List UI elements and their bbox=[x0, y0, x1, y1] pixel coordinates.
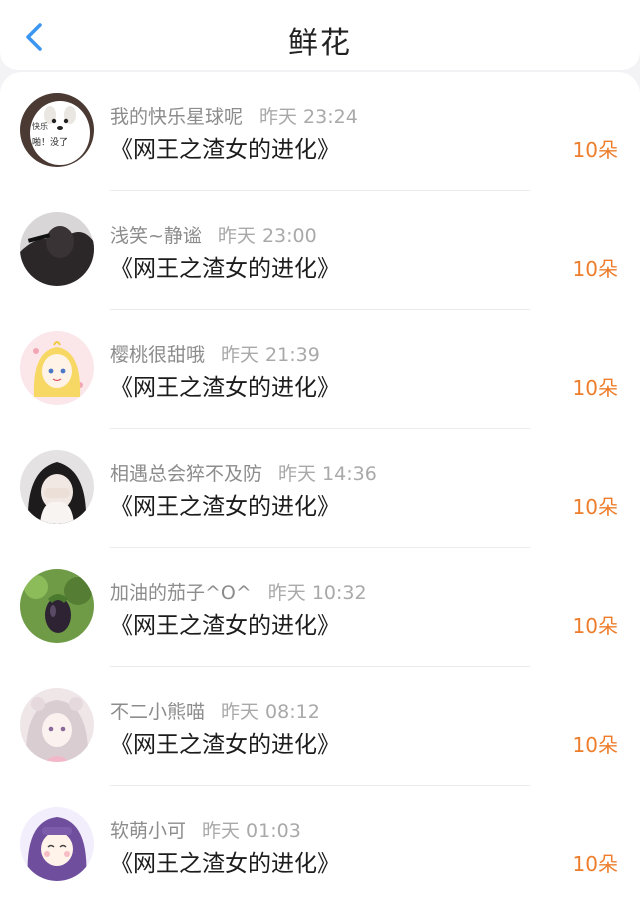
flower-count: 10朵 bbox=[572, 376, 618, 400]
user-name[interactable]: 我的快乐星球呢 bbox=[110, 106, 243, 128]
timestamp: 昨天 14:36 bbox=[278, 463, 377, 485]
avatar bbox=[20, 331, 94, 405]
user-name[interactable]: 加油的茄子^O^ bbox=[110, 582, 252, 604]
avatar bbox=[20, 688, 94, 762]
list-item[interactable]: 加油的茄子^O^ 昨天 10:32 《网王之渣女的进化》 10朵 bbox=[0, 548, 640, 667]
book-title[interactable]: 《网王之渣女的进化》 bbox=[110, 725, 340, 759]
user-name[interactable]: 不二小熊喵 bbox=[110, 701, 205, 723]
timestamp: 昨天 23:00 bbox=[217, 225, 317, 247]
avatar bbox=[20, 569, 94, 643]
item-meta: 我的快乐星球呢 昨天 23:24 bbox=[110, 102, 358, 129]
item-meta: 樱桃很甜哦 昨天 21:39 bbox=[110, 340, 320, 367]
flower-list: 快乐 啪！没了 我的快乐星球呢 昨天 23:24 《网王之渣女的进化》 10朵 浅… bbox=[0, 72, 640, 906]
item-meta: 加油的茄子^O^ 昨天 10:32 bbox=[110, 578, 367, 605]
timestamp: 昨天 23:24 bbox=[259, 106, 358, 128]
item-meta: 相遇总会猝不及防 昨天 14:36 bbox=[110, 459, 377, 486]
item-meta: 浅笑~静谧 昨天 23:00 bbox=[110, 221, 317, 248]
timestamp: 昨天 21:39 bbox=[221, 344, 320, 366]
list-item[interactable]: 不二小熊喵 昨天 08:12 《网王之渣女的进化》 10朵 bbox=[0, 667, 640, 786]
flower-count: 10朵 bbox=[572, 852, 618, 876]
flower-count: 10朵 bbox=[572, 138, 618, 162]
user-name[interactable]: 樱桃很甜哦 bbox=[110, 344, 205, 366]
avatar: 快乐 啪！没了 bbox=[20, 93, 94, 167]
avatar bbox=[20, 212, 94, 286]
book-title[interactable]: 《网王之渣女的进化》 bbox=[110, 844, 340, 878]
page-title: 鲜花 bbox=[288, 26, 352, 61]
user-name[interactable]: 相遇总会猝不及防 bbox=[110, 463, 262, 485]
list-item[interactable]: 相遇总会猝不及防 昨天 14:36 《网王之渣女的进化》 10朵 bbox=[0, 429, 640, 548]
avatar-caption: 快乐 bbox=[32, 121, 48, 131]
timestamp: 昨天 08:12 bbox=[221, 701, 320, 723]
flower-count: 10朵 bbox=[572, 614, 618, 638]
user-name[interactable]: 软萌小可 bbox=[110, 820, 186, 842]
list-item[interactable]: 樱桃很甜哦 昨天 21:39 《网王之渣女的进化》 10朵 bbox=[0, 310, 640, 429]
timestamp: 昨天 01:03 bbox=[202, 820, 301, 842]
item-meta: 软萌小可 昨天 01:03 bbox=[110, 816, 301, 843]
flower-count: 10朵 bbox=[572, 733, 618, 757]
list-item[interactable]: 软萌小可 昨天 01:03 《网王之渣女的进化》 10朵 bbox=[0, 786, 640, 905]
list-item[interactable]: 快乐 啪！没了 我的快乐星球呢 昨天 23:24 《网王之渣女的进化》 10朵 bbox=[0, 72, 640, 191]
book-title[interactable]: 《网王之渣女的进化》 bbox=[110, 249, 340, 283]
top-bar: 鲜花 bbox=[0, 0, 640, 70]
avatar bbox=[20, 807, 94, 881]
flower-count: 10朵 bbox=[572, 495, 618, 519]
book-title[interactable]: 《网王之渣女的进化》 bbox=[110, 606, 340, 640]
item-meta: 不二小熊喵 昨天 08:12 bbox=[110, 697, 320, 724]
timestamp: 昨天 10:32 bbox=[267, 582, 367, 604]
book-title[interactable]: 《网王之渣女的进化》 bbox=[110, 487, 340, 521]
avatar bbox=[20, 450, 94, 524]
avatar-caption: 啪！没了 bbox=[32, 136, 68, 148]
flower-count: 10朵 bbox=[572, 257, 618, 281]
user-name[interactable]: 浅笑~静谧 bbox=[110, 225, 202, 247]
book-title[interactable]: 《网王之渣女的进化》 bbox=[110, 130, 340, 164]
list-item[interactable]: 浅笑~静谧 昨天 23:00 《网王之渣女的进化》 10朵 bbox=[0, 191, 640, 310]
book-title[interactable]: 《网王之渣女的进化》 bbox=[110, 368, 340, 402]
